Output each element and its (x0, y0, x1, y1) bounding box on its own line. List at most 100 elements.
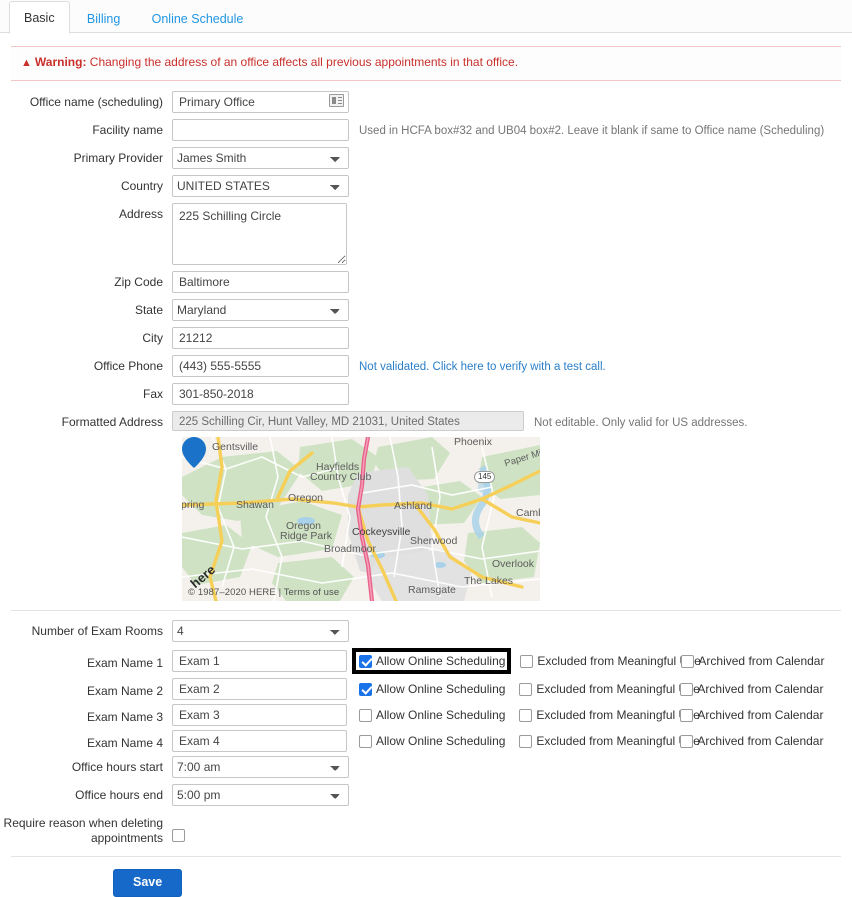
row-office-hours-start: Office hours start 7:00 am (0, 756, 852, 778)
exam-room-row-1: Exam Name 1 Allow Online Scheduling Excl… (0, 648, 852, 674)
exam-rooms-section: Number of Exam Rooms 4 Exam Name 1 Allow… (0, 611, 852, 846)
excluded-mu-1-label: Excluded from Meaningful Use (537, 653, 701, 668)
allow-online-scheduling-3-checkbox[interactable] (359, 708, 372, 722)
zip-code-input[interactable] (172, 271, 349, 293)
phone-verify-link[interactable]: Not validated. Click here to verify with… (349, 355, 606, 375)
excluded-mu-1-group[interactable]: Excluded from Meaningful Use (520, 654, 701, 669)
warning-banner: ▲ Warning: Changing the address of an off… (11, 46, 841, 81)
country-label: Country (120, 179, 163, 193)
map-label-country-club: Country Club (310, 471, 372, 483)
allow-online-scheduling-3-group[interactable]: Allow Online Scheduling (359, 708, 505, 723)
tab-billing[interactable]: Billing (73, 3, 134, 34)
archived-calendar-1-label: Archived from Calendar (698, 653, 825, 668)
map-label-overlook: Overlook (492, 558, 535, 570)
primary-provider-label: Primary Provider (73, 151, 163, 165)
office-hours-end-select[interactable]: 5:00 pm (172, 784, 349, 806)
office-name-label: Office name (scheduling) (29, 95, 163, 109)
office-settings-form: Office name (scheduling) Facility name U… (0, 81, 852, 897)
map-label-spring: pring (182, 499, 205, 511)
warning-banner-wrapper: ▲ Warning: Changing the address of an off… (0, 33, 852, 81)
address-textarea[interactable]: 225 Schilling Circle (172, 203, 347, 265)
excluded-mu-4-group[interactable]: Excluded from Meaningful Use (519, 734, 700, 749)
exam-name-2-label: Exam Name 2 (86, 683, 163, 698)
allow-online-scheduling-1-group[interactable]: Allow Online Scheduling (352, 648, 512, 674)
allow-online-scheduling-2-group[interactable]: Allow Online Scheduling (359, 682, 505, 697)
map-label-phoenix: Phoenix (454, 437, 492, 448)
row-formatted-address: Formatted Address 225 Schilling Cir, Hun… (0, 411, 852, 431)
allow-online-scheduling-1-label: Allow Online Scheduling (376, 653, 506, 668)
exam-name-1-input[interactable] (172, 650, 347, 672)
archived-calendar-2-label: Archived from Calendar (697, 681, 824, 696)
excluded-mu-2-group[interactable]: Excluded from Meaningful Use (519, 682, 700, 697)
location-pin-marker[interactable] (182, 437, 206, 468)
row-facility-name: Facility name Used in HCFA box#32 and UB… (0, 119, 852, 141)
map-label-sherwood: Sherwood (410, 535, 458, 547)
map-label-the-lakes: The Lakes (464, 575, 514, 587)
archived-calendar-3-checkbox[interactable] (680, 708, 694, 722)
formatted-address-label: Formatted Address (61, 415, 163, 429)
row-primary-provider: Primary Provider James Smith (0, 147, 852, 169)
map-label-ashland: Ashland (394, 500, 432, 512)
primary-provider-select[interactable]: James Smith (172, 147, 349, 169)
tab-online-schedule[interactable]: Online Schedule (138, 3, 258, 34)
office-name-input[interactable] (172, 91, 349, 113)
exam-name-2-input[interactable] (172, 678, 347, 700)
zip-code-label: Zip Code (114, 275, 163, 289)
allow-online-scheduling-1-checkbox[interactable] (359, 654, 372, 668)
address-book-icon[interactable] (329, 94, 344, 107)
city-input[interactable] (172, 327, 349, 349)
facility-name-label: Facility name (92, 123, 163, 137)
map-label-gentsville: Gentsville (212, 441, 259, 453)
map-label-ridge-park: Ridge Park (280, 530, 332, 542)
excluded-mu-4-checkbox[interactable] (519, 734, 533, 748)
formatted-address-hint: Not editable. Only valid for US addresse… (534, 417, 748, 429)
allow-online-scheduling-4-checkbox[interactable] (359, 734, 372, 748)
map-label-shawan: Shawan (236, 499, 274, 511)
archived-calendar-3-label: Archived from Calendar (697, 707, 824, 722)
allow-online-scheduling-4-group[interactable]: Allow Online Scheduling (359, 734, 505, 749)
archived-calendar-4-checkbox[interactable] (680, 734, 694, 748)
row-office-phone: Office Phone Not validated. Click here t… (0, 355, 852, 377)
warning-text: Changing the address of an office affect… (86, 55, 519, 69)
allow-online-scheduling-2-label: Allow Online Scheduling (376, 681, 506, 696)
excluded-mu-2-checkbox[interactable] (519, 682, 533, 696)
country-select[interactable]: UNITED STATES (172, 175, 349, 197)
office-name-input-wrap (172, 91, 349, 113)
warning-prefix: Warning: (34, 55, 87, 69)
row-address: Address 225 Schilling Circle (0, 203, 852, 265)
row-require-reason: Require reason when deleting appointment… (0, 812, 852, 846)
map-attribution[interactable]: © 1987–2020 HERE | Terms of use (188, 587, 339, 598)
excluded-mu-1-checkbox[interactable] (520, 654, 534, 668)
save-button[interactable]: Save (113, 869, 183, 897)
archived-calendar-4-group[interactable]: Archived from Calendar (680, 734, 823, 749)
tab-bar: Basic Billing Online Schedule (0, 0, 852, 34)
archived-calendar-1-checkbox[interactable] (681, 654, 695, 668)
exam-room-row-2: Exam Name 2 Allow Online Scheduling Excl… (0, 678, 852, 700)
fax-input[interactable] (172, 383, 349, 405)
office-hours-start-select[interactable]: 7:00 am (172, 756, 349, 778)
row-city: City (0, 327, 852, 349)
excluded-mu-3-group[interactable]: Excluded from Meaningful Use (519, 708, 700, 723)
exam-name-4-input[interactable] (172, 730, 347, 752)
excluded-mu-4-label: Excluded from Meaningful Use (536, 733, 700, 748)
map-label-broadmoor: Broadmoor (324, 543, 376, 555)
excluded-mu-3-checkbox[interactable] (519, 708, 533, 722)
tab-basic[interactable]: Basic (9, 1, 70, 34)
archived-calendar-2-group[interactable]: Archived from Calendar (680, 682, 823, 697)
archived-calendar-2-checkbox[interactable] (680, 682, 694, 696)
facility-name-hint: Used in HCFA box#32 and UB04 box#2. Leav… (359, 125, 825, 137)
row-office-name: Office name (scheduling) (0, 91, 852, 113)
formatted-address-readonly: 225 Schilling Cir, Hunt Valley, MD 21031… (172, 411, 524, 431)
address-label: Address (118, 207, 163, 221)
allow-online-scheduling-2-checkbox[interactable] (359, 682, 372, 696)
location-map[interactable]: Gentsville Hayfields Country Club Phoeni… (182, 437, 540, 601)
row-fax: Fax (0, 383, 852, 405)
archived-calendar-1-group[interactable]: Archived from Calendar (681, 654, 824, 669)
state-select[interactable]: Maryland (172, 299, 349, 321)
office-phone-input[interactable] (172, 355, 349, 377)
exam-name-3-input[interactable] (172, 704, 347, 726)
archived-calendar-3-group[interactable]: Archived from Calendar (680, 708, 823, 723)
num-exam-rooms-select[interactable]: 4 (172, 620, 349, 642)
map-label-ramsgate: Ramsgate (408, 584, 456, 596)
facility-name-input[interactable] (172, 119, 349, 141)
